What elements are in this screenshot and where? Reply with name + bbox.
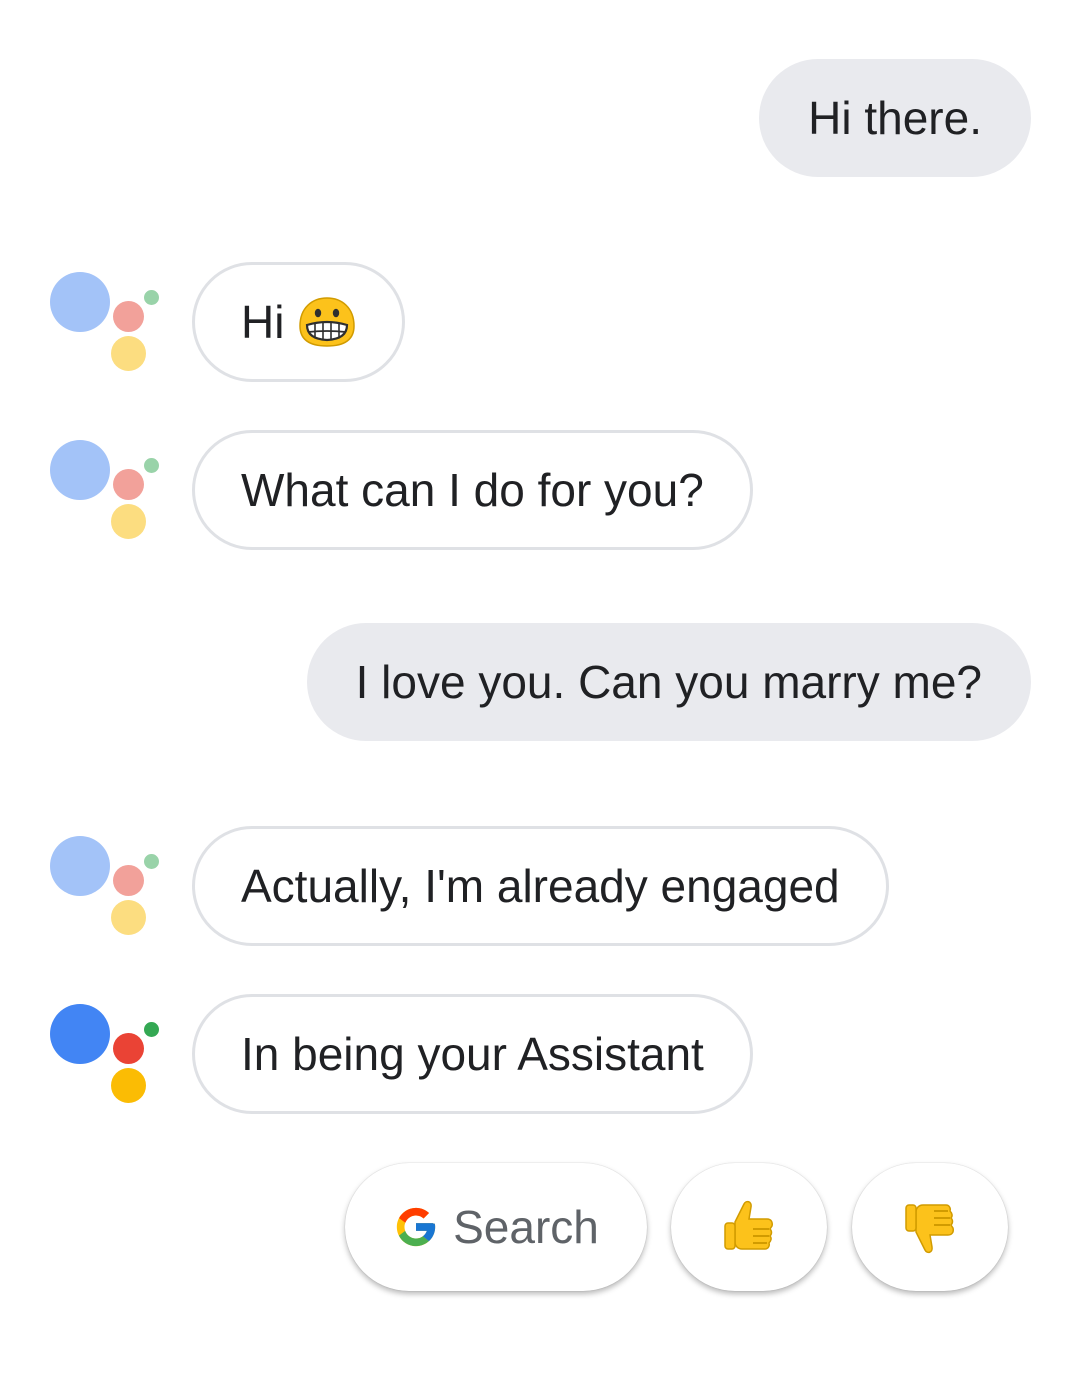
logo-dot-red	[113, 1033, 144, 1064]
assistant-message-bubble: Actually, I'm already engaged	[192, 826, 889, 946]
assistant-logo-icon	[50, 1004, 162, 1104]
assistant-logo-icon	[50, 440, 162, 540]
assistant-message-text: Actually, I'm already engaged	[241, 860, 840, 912]
grinning-face-icon	[298, 296, 356, 348]
logo-dot-blue	[50, 836, 110, 896]
assistant-message-text: In being your Assistant	[241, 1028, 704, 1080]
logo-dot-red	[113, 469, 144, 500]
user-message-bubble: I love you. Can you marry me?	[306, 623, 1031, 741]
logo-dot-blue	[50, 272, 110, 332]
logo-dot-green	[144, 1022, 159, 1037]
user-message-bubble: Hi there.	[759, 59, 1031, 177]
logo-dot-green	[144, 854, 159, 869]
logo-dot-blue	[50, 440, 110, 500]
assistant-message-text: What can I do for you?	[241, 464, 704, 516]
google-g-icon	[393, 1204, 439, 1250]
assistant-message-text: Hi	[241, 296, 285, 348]
logo-dot-green	[144, 290, 159, 305]
user-message-text: I love you. Can you marry me?	[355, 656, 982, 708]
thumbs-up-button[interactable]	[671, 1163, 827, 1291]
assistant-logo-icon	[50, 836, 162, 936]
assistant-message-bubble: In being your Assistant	[192, 994, 753, 1114]
thumbs-down-icon	[904, 1198, 956, 1256]
search-chip-label: Search	[453, 1201, 599, 1253]
thumbs-up-icon	[723, 1198, 775, 1256]
assistant-message-bubble: Hi	[192, 262, 406, 382]
logo-dot-yellow	[111, 900, 146, 935]
logo-dot-red	[113, 865, 144, 896]
search-chip-button[interactable]: Search	[345, 1163, 647, 1291]
logo-dot-red	[113, 301, 144, 332]
logo-dot-yellow	[111, 504, 146, 539]
logo-dot-yellow	[111, 1068, 146, 1103]
logo-dot-blue	[50, 1004, 110, 1064]
assistant-logo-icon	[50, 272, 162, 372]
logo-dot-yellow	[111, 336, 146, 371]
user-message-text: Hi there.	[808, 92, 982, 144]
assistant-message-bubble: What can I do for you?	[192, 430, 753, 550]
thumbs-down-button[interactable]	[852, 1163, 1008, 1291]
logo-dot-green	[144, 458, 159, 473]
